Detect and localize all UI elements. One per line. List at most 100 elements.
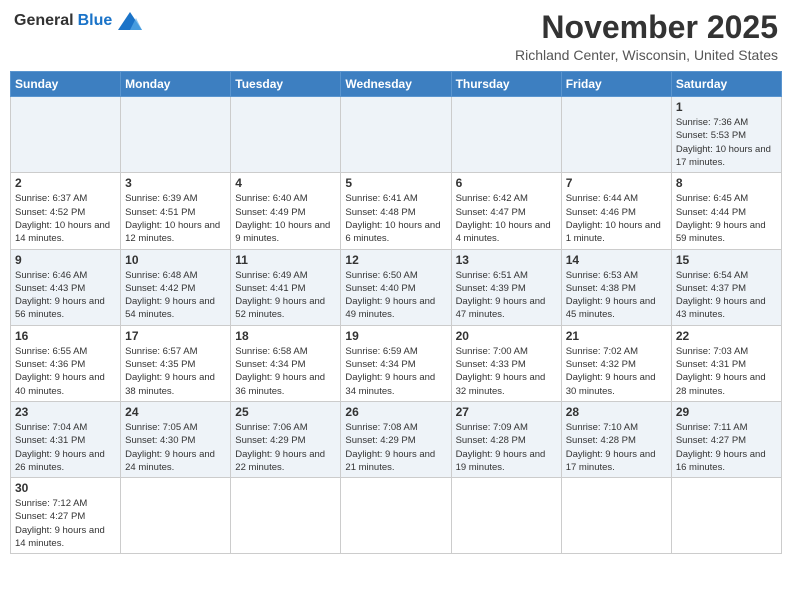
day-info: Sunrise: 6:53 AM Sunset: 4:38 PM Dayligh… xyxy=(566,269,667,322)
day-info: Sunrise: 6:48 AM Sunset: 4:42 PM Dayligh… xyxy=(125,269,226,322)
calendar-cell: 3Sunrise: 6:39 AM Sunset: 4:51 PM Daylig… xyxy=(121,173,231,249)
calendar-cell: 12 Sunrise: 6:50 AM Sunset: 4:40 PM Dayli… xyxy=(341,249,451,325)
day-number: 19 xyxy=(345,329,446,343)
location-subtitle: Richland Center, Wisconsin, United State… xyxy=(515,47,778,63)
day-info: Sunrise: 7:03 AM Sunset: 4:31 PM Dayligh… xyxy=(676,345,777,398)
calendar-cell: 5Sunrise: 6:41 AM Sunset: 4:48 PM Daylig… xyxy=(341,173,451,249)
day-info: Sunrise: 7:36 AM Sunset: 5:53 PM Dayligh… xyxy=(676,116,777,169)
day-info: Sunrise: 7:02 AM Sunset: 4:32 PM Dayligh… xyxy=(566,345,667,398)
calendar-cell: 24 Sunrise: 7:05 AM Sunset: 4:30 PM Dayli… xyxy=(121,401,231,477)
calendar-cell: 10 Sunrise: 6:48 AM Sunset: 4:42 PM Dayli… xyxy=(121,249,231,325)
calendar-week-row: 30 Sunrise: 7:12 AM Sunset: 4:27 PM Dayli… xyxy=(11,478,782,554)
day-number: 6 xyxy=(456,176,557,190)
calendar-table: SundayMondayTuesdayWednesdayThursdayFrid… xyxy=(10,71,782,554)
day-number: 30 xyxy=(15,481,116,495)
calendar-cell: 22 Sunrise: 7:03 AM Sunset: 4:31 PM Dayli… xyxy=(671,325,781,401)
calendar-cell: 27 Sunrise: 7:09 AM Sunset: 4:28 PM Dayli… xyxy=(451,401,561,477)
weekday-header: Tuesday xyxy=(231,72,341,97)
calendar-cell xyxy=(121,97,231,173)
calendar-cell: 13Sunrise: 6:51 AM Sunset: 4:39 PM Dayli… xyxy=(451,249,561,325)
calendar-week-row: 16 Sunrise: 6:55 AM Sunset: 4:36 PM Dayli… xyxy=(11,325,782,401)
day-info: Sunrise: 6:45 AM Sunset: 4:44 PM Dayligh… xyxy=(676,192,777,245)
calendar-cell: 14 Sunrise: 6:53 AM Sunset: 4:38 PM Dayli… xyxy=(561,249,671,325)
day-info: Sunrise: 7:05 AM Sunset: 4:30 PM Dayligh… xyxy=(125,421,226,474)
calendar-cell: 21 Sunrise: 7:02 AM Sunset: 4:32 PM Dayli… xyxy=(561,325,671,401)
calendar-cell: 6 Sunrise: 6:42 AM Sunset: 4:47 PM Daylig… xyxy=(451,173,561,249)
day-number: 12 xyxy=(345,253,446,267)
weekday-header: Thursday xyxy=(451,72,561,97)
day-number: 1 xyxy=(676,100,777,114)
day-info: Sunrise: 6:54 AM Sunset: 4:37 PM Dayligh… xyxy=(676,269,777,322)
calendar-cell: 26 Sunrise: 7:08 AM Sunset: 4:29 PM Dayli… xyxy=(341,401,451,477)
day-info: Sunrise: 7:04 AM Sunset: 4:31 PM Dayligh… xyxy=(15,421,116,474)
weekday-header-row: SundayMondayTuesdayWednesdayThursdayFrid… xyxy=(11,72,782,97)
day-info: Sunrise: 7:10 AM Sunset: 4:28 PM Dayligh… xyxy=(566,421,667,474)
day-number: 13 xyxy=(456,253,557,267)
calendar-cell: 19 Sunrise: 6:59 AM Sunset: 4:34 PM Dayli… xyxy=(341,325,451,401)
day-info: Sunrise: 6:55 AM Sunset: 4:36 PM Dayligh… xyxy=(15,345,116,398)
calendar-cell: 16 Sunrise: 6:55 AM Sunset: 4:36 PM Dayli… xyxy=(11,325,121,401)
day-info: Sunrise: 6:58 AM Sunset: 4:34 PM Dayligh… xyxy=(235,345,336,398)
day-number: 28 xyxy=(566,405,667,419)
calendar-cell xyxy=(231,478,341,554)
day-number: 8 xyxy=(676,176,777,190)
day-number: 23 xyxy=(15,405,116,419)
weekday-header: Sunday xyxy=(11,72,121,97)
calendar-cell: 25Sunrise: 7:06 AM Sunset: 4:29 PM Dayli… xyxy=(231,401,341,477)
calendar-cell xyxy=(11,97,121,173)
day-info: Sunrise: 6:37 AM Sunset: 4:52 PM Dayligh… xyxy=(15,192,116,245)
day-number: 18 xyxy=(235,329,336,343)
day-number: 16 xyxy=(15,329,116,343)
calendar-cell: 1 Sunrise: 7:36 AM Sunset: 5:53 PM Daylig… xyxy=(671,97,781,173)
day-info: Sunrise: 6:40 AM Sunset: 4:49 PM Dayligh… xyxy=(235,192,336,245)
day-number: 25 xyxy=(235,405,336,419)
weekday-header: Saturday xyxy=(671,72,781,97)
day-info: Sunrise: 6:44 AM Sunset: 4:46 PM Dayligh… xyxy=(566,192,667,245)
day-info: Sunrise: 7:00 AM Sunset: 4:33 PM Dayligh… xyxy=(456,345,557,398)
day-info: Sunrise: 6:50 AM Sunset: 4:40 PM Dayligh… xyxy=(345,269,446,322)
day-number: 21 xyxy=(566,329,667,343)
calendar-cell: 23 Sunrise: 7:04 AM Sunset: 4:31 PM Dayli… xyxy=(11,401,121,477)
day-info: Sunrise: 6:46 AM Sunset: 4:43 PM Dayligh… xyxy=(15,269,116,322)
calendar-cell: 9 Sunrise: 6:46 AM Sunset: 4:43 PM Daylig… xyxy=(11,249,121,325)
day-number: 24 xyxy=(125,405,226,419)
day-number: 15 xyxy=(676,253,777,267)
calendar-week-row: 9 Sunrise: 6:46 AM Sunset: 4:43 PM Daylig… xyxy=(11,249,782,325)
day-info: Sunrise: 6:49 AM Sunset: 4:41 PM Dayligh… xyxy=(235,269,336,322)
calendar-cell: 28 Sunrise: 7:10 AM Sunset: 4:28 PM Dayli… xyxy=(561,401,671,477)
calendar-cell: 18 Sunrise: 6:58 AM Sunset: 4:34 PM Dayli… xyxy=(231,325,341,401)
logo-blue: Blue xyxy=(78,12,113,30)
calendar-cell xyxy=(231,97,341,173)
day-number: 27 xyxy=(456,405,557,419)
calendar-cell: 7 Sunrise: 6:44 AM Sunset: 4:46 PM Daylig… xyxy=(561,173,671,249)
day-info: Sunrise: 6:41 AM Sunset: 4:48 PM Dayligh… xyxy=(345,192,446,245)
day-number: 10 xyxy=(125,253,226,267)
calendar-cell: 20 Sunrise: 7:00 AM Sunset: 4:33 PM Dayli… xyxy=(451,325,561,401)
calendar-cell xyxy=(561,478,671,554)
day-number: 9 xyxy=(15,253,116,267)
day-info: Sunrise: 7:08 AM Sunset: 4:29 PM Dayligh… xyxy=(345,421,446,474)
day-number: 29 xyxy=(676,405,777,419)
calendar-cell xyxy=(671,478,781,554)
calendar-cell xyxy=(451,478,561,554)
page-header: General Blue November 2025 Richland Cent… xyxy=(10,10,782,63)
day-number: 22 xyxy=(676,329,777,343)
logo-general: General xyxy=(14,12,74,30)
calendar-week-row: 2Sunrise: 6:37 AM Sunset: 4:52 PM Daylig… xyxy=(11,173,782,249)
weekday-header: Friday xyxy=(561,72,671,97)
day-info: Sunrise: 6:42 AM Sunset: 4:47 PM Dayligh… xyxy=(456,192,557,245)
logo-area: General Blue xyxy=(14,10,144,32)
calendar-cell xyxy=(121,478,231,554)
title-area: November 2025 Richland Center, Wisconsin… xyxy=(515,10,778,63)
weekday-header: Monday xyxy=(121,72,231,97)
day-number: 20 xyxy=(456,329,557,343)
day-number: 14 xyxy=(566,253,667,267)
day-info: Sunrise: 7:09 AM Sunset: 4:28 PM Dayligh… xyxy=(456,421,557,474)
day-number: 26 xyxy=(345,405,446,419)
day-info: Sunrise: 7:11 AM Sunset: 4:27 PM Dayligh… xyxy=(676,421,777,474)
calendar-cell: 17Sunrise: 6:57 AM Sunset: 4:35 PM Dayli… xyxy=(121,325,231,401)
day-info: Sunrise: 6:59 AM Sunset: 4:34 PM Dayligh… xyxy=(345,345,446,398)
calendar-cell: 8 Sunrise: 6:45 AM Sunset: 4:44 PM Daylig… xyxy=(671,173,781,249)
day-number: 7 xyxy=(566,176,667,190)
day-info: Sunrise: 7:12 AM Sunset: 4:27 PM Dayligh… xyxy=(15,497,116,550)
